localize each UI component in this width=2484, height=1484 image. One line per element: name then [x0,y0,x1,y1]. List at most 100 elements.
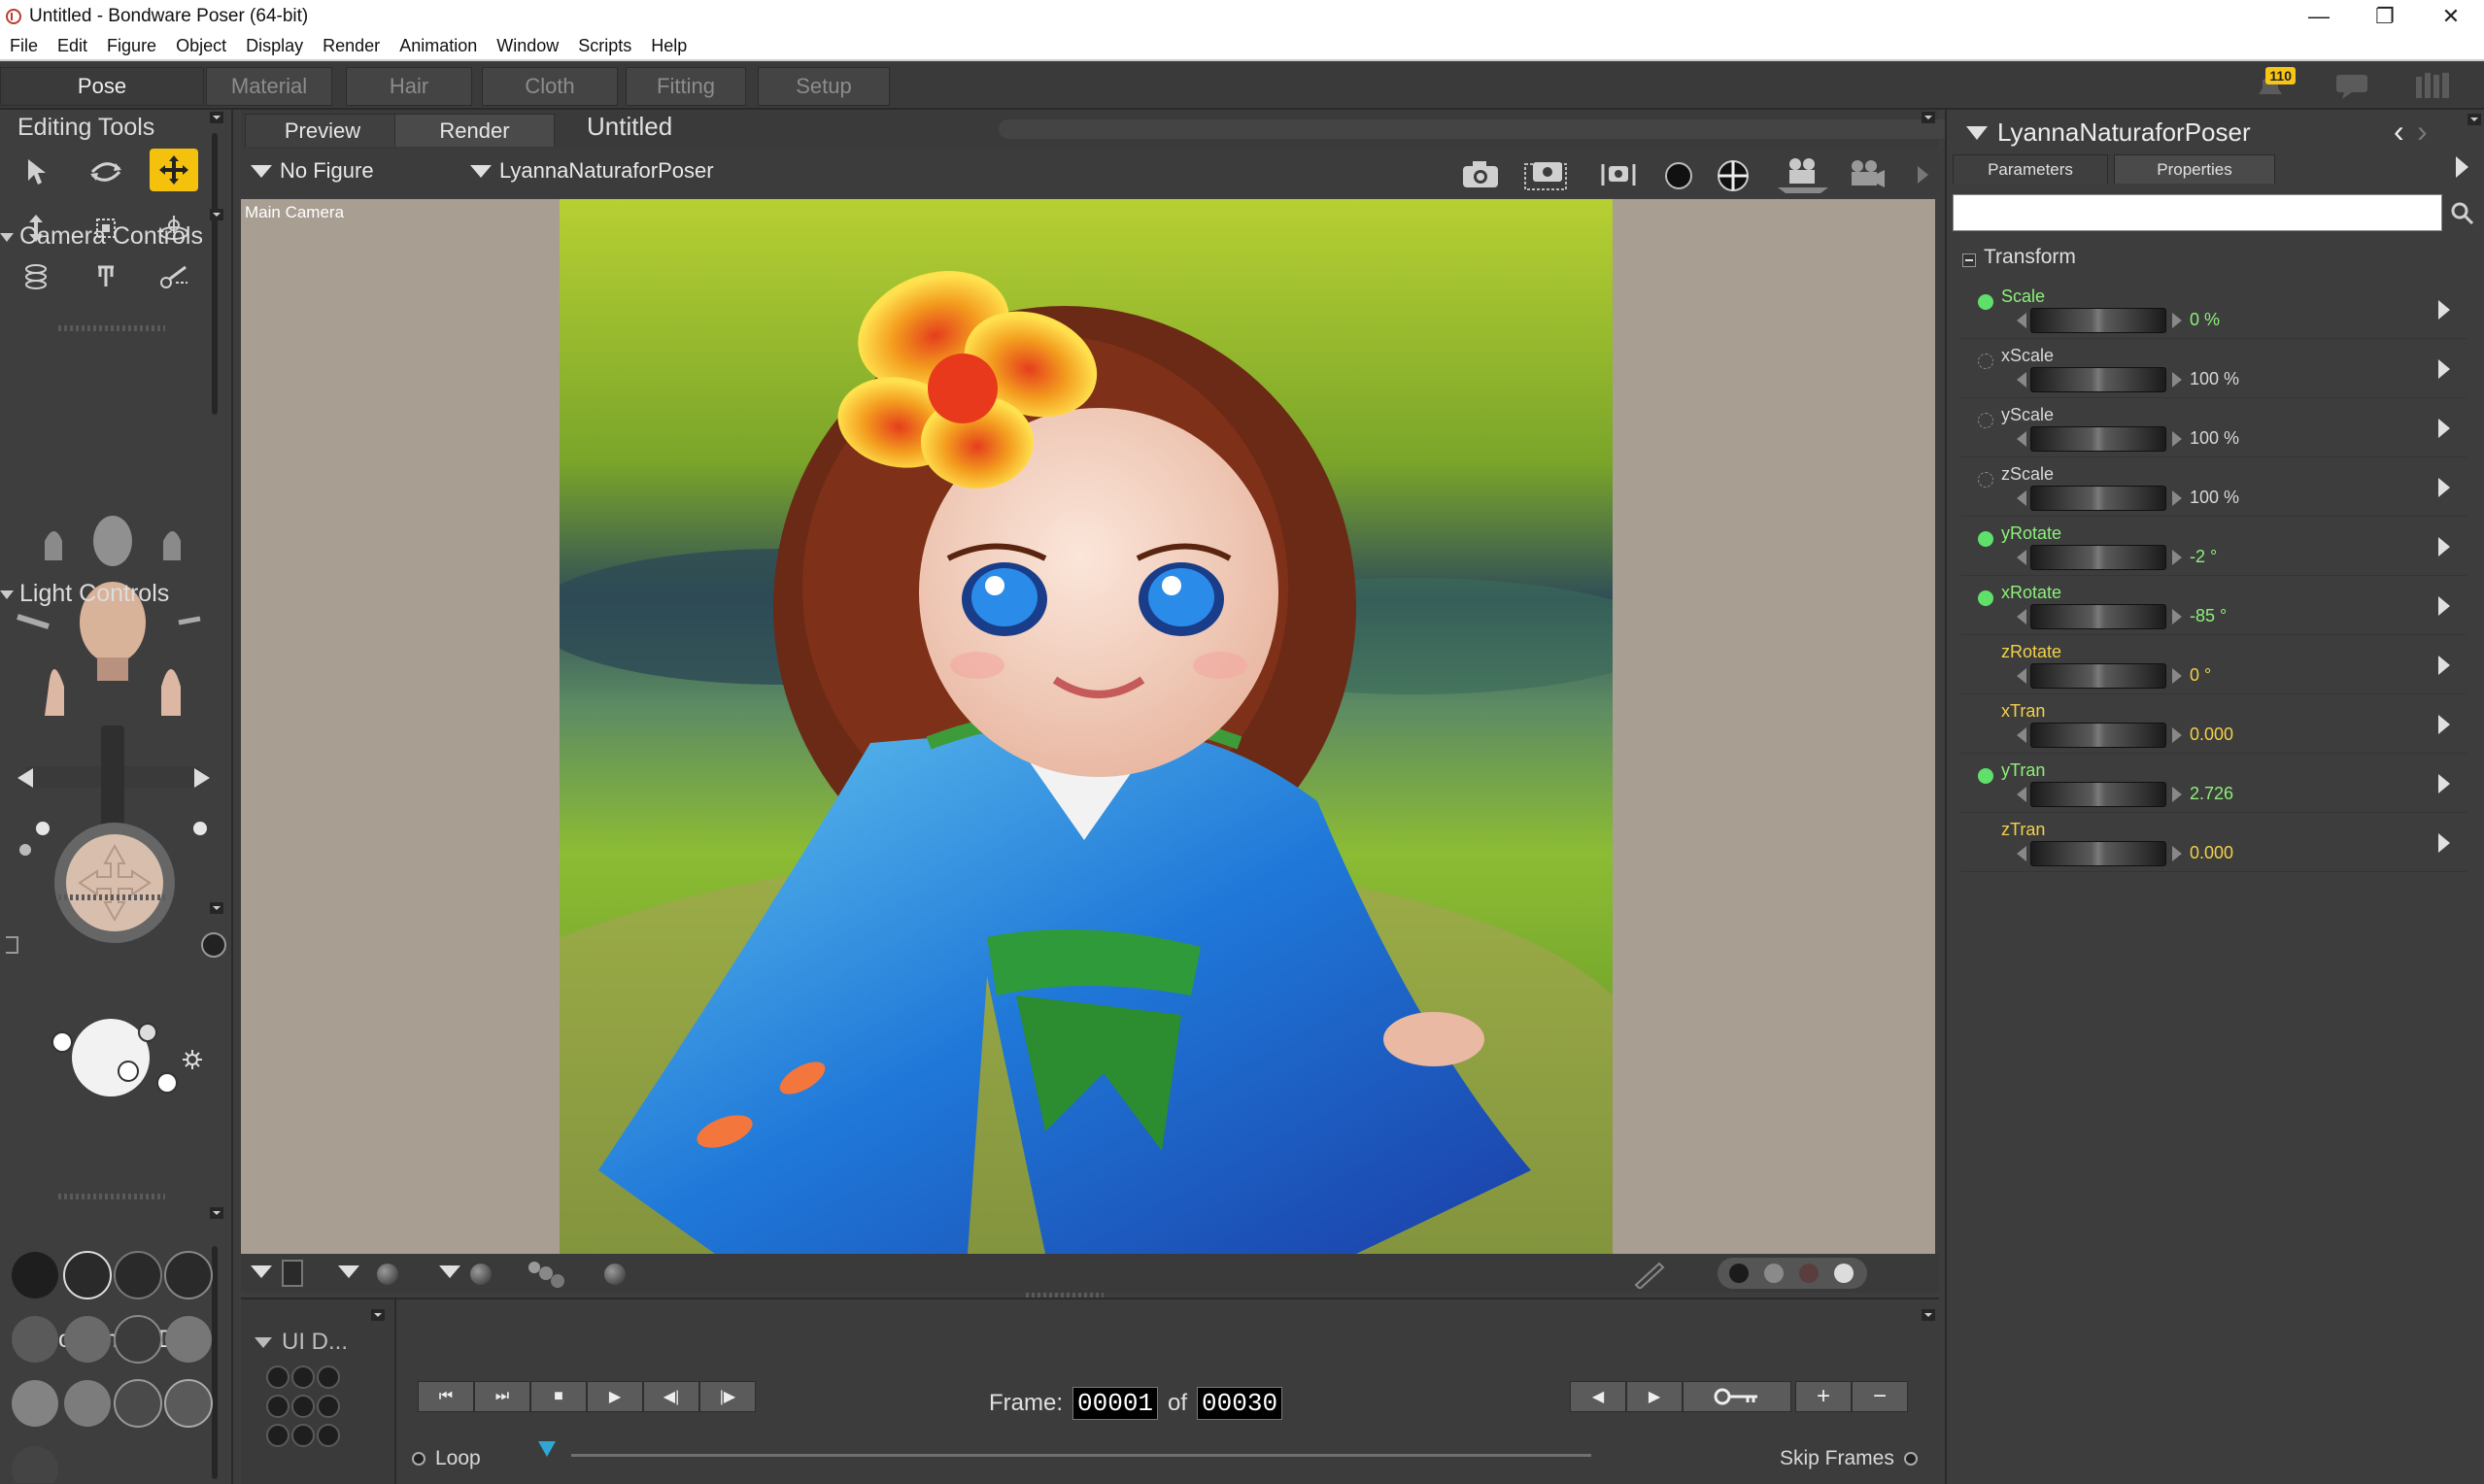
parameter-dial[interactable] [2030,663,2166,689]
delete-key-button[interactable]: − [1852,1381,1908,1412]
camera-icon[interactable] [1459,156,1502,191]
editing-tools-scrollbar[interactable] [212,133,218,415]
decrement-arrow-icon[interactable] [2017,313,2026,328]
parameter-menu-arrow-icon[interactable] [2438,656,2450,675]
play-button[interactable]: ▶ [587,1381,643,1412]
menu-window[interactable]: Window [487,36,568,56]
menu-display[interactable]: Display [236,36,313,56]
render-settings-icon[interactable] [1712,156,1754,191]
parameter-menu-arrow-icon[interactable] [2438,478,2450,497]
decrement-arrow-icon[interactable] [2017,550,2026,565]
element-ball-icon[interactable] [470,1264,492,1285]
parameter-value[interactable]: 100 % [2190,428,2239,449]
decrement-arrow-icon[interactable] [2017,372,2026,388]
parameter-row-zrotate[interactable]: zRotate 0 ° [1947,636,2484,694]
parameter-menu-arrow-icon[interactable] [2438,833,2450,853]
light-controls-menu-icon[interactable] [210,902,223,914]
increment-arrow-icon[interactable] [2172,787,2182,802]
stop-button[interactable]: ■ [530,1381,587,1412]
parameter-value[interactable]: 0 ° [2190,665,2211,686]
camera-frame-icon[interactable] [1521,156,1567,191]
light-controls-grip[interactable] [58,1194,165,1199]
bg-gray-swatch[interactable] [1764,1264,1784,1283]
keyframe-dot-icon[interactable] [1978,827,1993,843]
keyframe-dot-icon[interactable] [1978,709,1993,725]
select-tool-icon[interactable] [12,151,60,193]
parameters-menu-icon[interactable] [2467,114,2481,125]
decrement-arrow-icon[interactable] [2017,668,2026,684]
tab-fitting[interactable]: Fitting [626,67,746,106]
parameter-menu-arrow-icon[interactable] [2438,359,2450,379]
background-color-selector[interactable] [1718,1258,1867,1289]
ui-dots-menu-icon[interactable] [371,1309,385,1321]
parameter-row-ztran[interactable]: zTran 0.000 [1947,814,2484,872]
parameter-dial[interactable] [2030,841,2166,866]
ui-dots-grid[interactable] [264,1364,361,1455]
parameter-dial[interactable] [2030,367,2166,392]
menu-object[interactable]: Object [166,36,236,56]
menu-help[interactable]: Help [641,36,697,56]
parameter-menu-arrow-icon[interactable] [2438,537,2450,556]
library-icon[interactable] [2412,69,2455,102]
increment-arrow-icon[interactable] [2172,431,2182,447]
parameter-value[interactable]: 0.000 [2190,843,2233,863]
keyframe-dot-icon[interactable] [1978,590,1993,606]
key-frames-button[interactable] [1683,1381,1791,1412]
camera-controls-widget[interactable] [6,397,229,980]
parameter-dial[interactable] [2030,426,2166,452]
tab-cloth[interactable]: Cloth [482,67,618,106]
shaded-ball-icon[interactable] [377,1264,398,1285]
keyframe-dot-icon[interactable] [1978,413,1993,428]
parameter-row-xtran[interactable]: xTran 0.000 [1947,695,2484,754]
go-to-end-button[interactable]: ⏭ [474,1381,530,1412]
video-camera-icon[interactable] [1844,156,1887,191]
timeline-slider[interactable] [571,1454,1591,1457]
parameter-row-xrotate[interactable]: xRotate -85 ° [1947,577,2484,635]
parameter-value[interactable]: 100 % [2190,488,2239,508]
editing-tools-menu-icon[interactable] [210,112,223,123]
next-actor-icon[interactable]: › [2417,114,2428,150]
close-button[interactable]: ✕ [2418,0,2484,32]
parameter-value[interactable]: 100 % [2190,369,2239,389]
minimize-button[interactable]: — [2286,0,2352,32]
parameter-menu-arrow-icon[interactable] [2438,300,2450,320]
total-frames-field[interactable]: 00030 [1197,1387,1283,1420]
increment-arrow-icon[interactable] [2172,490,2182,506]
chain-break-tool-icon[interactable] [82,255,130,298]
parameter-dial[interactable] [2030,782,2166,807]
menu-render[interactable]: Render [313,36,390,56]
menu-edit[interactable]: Edit [48,36,97,56]
render-sphere-icon[interactable] [1657,156,1700,191]
menu-animation[interactable]: Animation [390,36,487,56]
parameter-row-xscale[interactable]: xScale 100 % [1947,340,2484,398]
increment-arrow-icon[interactable] [2172,372,2182,388]
keyframe-dot-icon[interactable] [1978,768,1993,784]
search-icon[interactable] [2450,201,2475,226]
document-display-menu-icon[interactable] [210,1207,223,1219]
step-back-button[interactable]: ◀| [643,1381,699,1412]
menu-file[interactable]: File [0,36,48,56]
timeline-playhead[interactable] [538,1441,556,1457]
parameter-value[interactable]: 0.000 [2190,725,2233,745]
keyframe-dot-icon[interactable] [1978,650,1993,665]
tab-parameters[interactable]: Parameters [1953,154,2108,184]
box-display-icon[interactable] [282,1260,303,1287]
document-display-styles[interactable] [10,1250,214,1484]
next-key-button[interactable]: ▶ [1626,1381,1683,1412]
parameter-dial[interactable] [2030,604,2166,629]
decrement-arrow-icon[interactable] [2017,431,2026,447]
decrement-arrow-icon[interactable] [2017,609,2026,624]
actor-dropdown[interactable]: LyannaNaturaforPoser [470,158,714,184]
tab-preview[interactable]: Preview [245,114,400,147]
tab-properties[interactable]: Properties [2114,154,2275,184]
figure-dropdown[interactable]: No Figure [251,158,374,184]
tab-setup[interactable]: Setup [758,67,890,106]
previous-actor-icon[interactable]: ‹ [2394,114,2404,150]
go-to-start-button[interactable]: ⏮ [418,1381,474,1412]
document-window[interactable]: Main Camera [241,199,1935,1254]
decrement-arrow-icon[interactable] [2017,490,2026,506]
keyframe-dot-icon[interactable] [1978,472,1993,488]
increment-arrow-icon[interactable] [2172,313,2182,328]
parameter-value[interactable]: -2 ° [2190,547,2217,567]
video-camera-stage-icon[interactable] [1774,156,1832,193]
